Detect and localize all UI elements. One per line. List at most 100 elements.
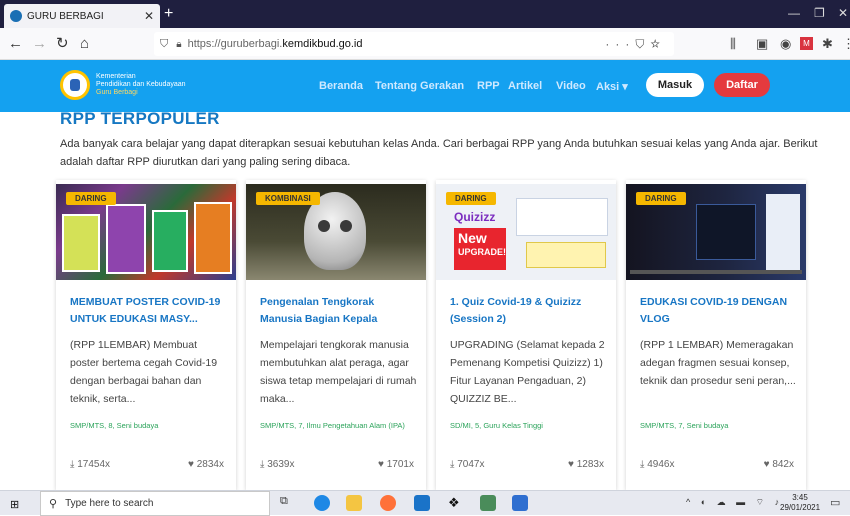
mode-badge: DARING [636, 192, 686, 205]
extensions-puzzle-icon[interactable]: ✱ [822, 36, 833, 52]
url-bar[interactable]: ⛉ 🔒︎ https://guruberbagi. kemdikbud.go.id… [154, 32, 674, 56]
feature-note-panel [526, 242, 606, 268]
brand-line-3: Guru Berbagi [96, 89, 138, 96]
shield-icon[interactable]: ⛉ [160, 38, 168, 51]
likes-count: 842x [772, 459, 794, 470]
minimize-icon[interactable]: — [788, 6, 800, 20]
mode-badge: DARING [66, 192, 116, 205]
brand-line-2: Pendidikan dan Kebudayaan [96, 81, 186, 88]
site-favicon-icon [10, 10, 22, 22]
upgrade-banner: New UPGRADE! [454, 228, 506, 270]
site-header: Kementerian Pendidikan dan Kebudayaan Gu… [0, 60, 850, 112]
card-likes[interactable]: ♥ 2834x [188, 459, 224, 470]
register-button[interactable]: Daftar [714, 73, 770, 97]
system-tray[interactable]: ^ ◐ ☁ ▬ ⌔ ♪ [686, 497, 783, 508]
firefox-icon[interactable] [380, 495, 396, 511]
screenshot-panel [516, 198, 608, 236]
menu-icon[interactable]: ⋮ [842, 36, 850, 52]
taskbar-search-box[interactable]: ⚲ Type here to search [40, 491, 270, 516]
views-count: 3639x [267, 459, 295, 470]
app-icon[interactable] [480, 495, 496, 511]
url-domain: kemdikbud.go.id [282, 38, 363, 50]
quizizz-wordmark: Quizizz [454, 210, 496, 224]
nav-video[interactable]: Video [556, 80, 586, 92]
library-icon[interactable]: ⫼ [730, 36, 736, 52]
section-intro: Ada banyak cara belajar yang dapat diter… [60, 138, 818, 168]
extension-icon[interactable]: M [800, 37, 813, 50]
card-meta[interactable]: SD/MI, 5, Guru Kelas Tinggi [450, 420, 608, 432]
lock-icon[interactable]: 🔒︎ [176, 39, 181, 50]
page-actions-icon[interactable]: ··· [605, 37, 635, 51]
card-views: ⤓ 7047x [450, 459, 484, 470]
clock-date: 29/01/2021 [780, 503, 821, 512]
browser-tab[interactable]: GURU BERBAGI ✕ [4, 4, 160, 28]
new-tab-icon[interactable]: + [164, 4, 173, 24]
bookmark-star-icon[interactable]: ☆ [650, 37, 666, 51]
browser-tabbar: GURU BERBAGI ✕ + — ❐ ✕ [0, 0, 850, 28]
back-icon[interactable]: ← [8, 34, 23, 54]
upgrade-banner-line-2: UPGRADE! [458, 247, 507, 257]
nav-aksi[interactable]: Aksi ▾ [596, 80, 628, 93]
home-icon[interactable]: ⌂ [80, 34, 89, 54]
nav-tentang-gerakan[interactable]: Tentang Gerakan [375, 80, 464, 92]
mode-badge: KOMBINASI [256, 192, 320, 205]
card-views: ⤓ 17454x [70, 459, 110, 470]
rpp-card[interactable]: DARING EDUKASI COVID-19 DENGAN VLOG (RPP… [626, 180, 806, 490]
pocket-icon[interactable]: ⛉ [635, 37, 650, 51]
heart-icon: ♥ [378, 459, 387, 470]
tab-close-icon[interactable]: ✕ [144, 9, 154, 23]
word-icon[interactable] [512, 495, 528, 511]
windows-start-icon[interactable]: ⊞ [10, 498, 19, 511]
card-meta[interactable]: SMP/MTS, 7, Seni budaya [640, 420, 798, 432]
card-title[interactable]: 1. Quiz Covid-19 & Quizizz (Session 2) [450, 294, 608, 328]
poster-shape [152, 210, 188, 272]
heart-icon: ♥ [188, 459, 197, 470]
document-shape [766, 194, 800, 270]
skull-eye-shape [318, 220, 330, 232]
mail-icon[interactable] [414, 495, 430, 511]
sidebar-icon[interactable]: ▣ [756, 36, 768, 52]
nav-rpp[interactable]: RPP [477, 80, 500, 92]
tab-title: GURU BERBAGI [27, 10, 104, 22]
views-count: 4946x [647, 459, 675, 470]
poster-shape [194, 202, 232, 274]
nav-beranda[interactable]: Beranda [319, 80, 363, 92]
rpp-card[interactable]: Quizizz New UPGRADE! DARING 1. Quiz Covi… [436, 180, 616, 490]
views-count: 17454x [77, 459, 111, 470]
forward-icon[interactable]: → [32, 34, 47, 54]
likes-count: 1701x [386, 459, 414, 470]
taskbar-clock[interactable]: 3:45 29/01/2021 [780, 493, 820, 513]
card-title[interactable]: EDUKASI COVID-19 DENGAN VLOG [640, 294, 798, 328]
reload-icon[interactable]: ↻ [56, 34, 69, 54]
file-explorer-icon[interactable] [346, 495, 362, 511]
window-close-icon[interactable]: ✕ [838, 6, 848, 20]
search-placeholder: Type here to search [65, 498, 154, 509]
dropbox-icon[interactable]: ❖ [448, 495, 464, 511]
kemendikbud-logo[interactable] [60, 70, 90, 100]
card-likes[interactable]: ♥ 842x [764, 459, 794, 470]
card-description: (RPP 1 LEMBAR) Memeragakan adegan fragme… [640, 339, 796, 387]
card-meta[interactable]: SMP/MTS, 8, Seni budaya [70, 420, 228, 432]
restore-icon[interactable]: ❐ [814, 6, 825, 20]
brand-text[interactable]: Kementerian Pendidikan dan Kebudayaan Gu… [96, 73, 186, 97]
edge-icon[interactable] [314, 495, 330, 511]
card-likes[interactable]: ♥ 1701x [378, 459, 414, 470]
heart-icon: ♥ [763, 459, 773, 470]
browser-toolbar: ← → ↻ ⌂ ⛉ 🔒︎ https://guruberbagi. kemdikb… [0, 28, 850, 60]
rpp-card[interactable]: DARING MEMBUAT POSTER COVID-19 UNTUK EDU… [56, 180, 236, 490]
card-title[interactable]: MEMBUAT POSTER COVID-19 UNTUK EDUKASI MA… [70, 294, 228, 328]
rpp-card[interactable]: KOMBINASI Pengenalan Tengkorak Manusia B… [246, 180, 426, 490]
card-title[interactable]: Pengenalan Tengkorak Manusia Bagian Kepa… [260, 294, 418, 328]
card-meta[interactable]: SMP/MTS, 7, Ilmu Pengetahuan Alam (IPA) [260, 420, 418, 432]
card-views: ⤓ 3639x [260, 459, 294, 470]
nav-artikel[interactable]: Artikel [508, 80, 542, 92]
account-icon[interactable]: ◉ [780, 36, 791, 52]
brand-line-1: Kementerian [96, 73, 136, 80]
poster-shape [62, 214, 100, 272]
card-likes[interactable]: ♥ 1283x [568, 459, 604, 470]
upgrade-banner-line-1: New [458, 230, 487, 246]
views-count: 7047x [457, 459, 485, 470]
task-view-icon[interactable]: ⧉ [280, 495, 296, 511]
login-button[interactable]: Masuk [646, 73, 704, 97]
notification-icon[interactable]: ▭ [830, 496, 840, 509]
